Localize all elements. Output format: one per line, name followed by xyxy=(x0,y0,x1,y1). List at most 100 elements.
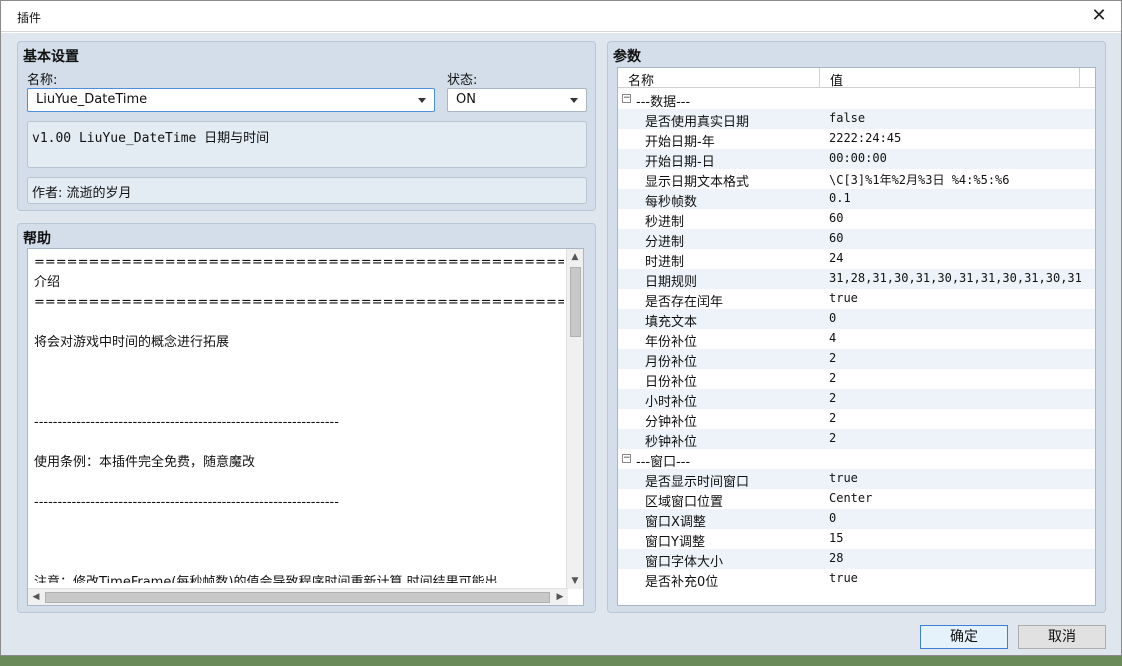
help-line: ----------------------------------------… xyxy=(34,415,339,430)
param-row[interactable]: 是否补充0位 true xyxy=(618,569,1095,590)
param-value: true xyxy=(829,471,858,485)
param-name: 是否使用真实日期 xyxy=(645,115,750,130)
param-row[interactable]: 月份补位 2 xyxy=(618,349,1095,370)
help-line xyxy=(34,373,564,393)
param-name: 区域窗口位置 xyxy=(645,495,724,510)
help-line xyxy=(34,533,564,553)
name-label: 名称: xyxy=(27,73,58,88)
param-row[interactable]: 日份补位 2 xyxy=(618,369,1095,390)
param-value: 2 xyxy=(829,431,837,445)
description-box: v1.00 LiuYue_DateTime 日期与时间 xyxy=(27,121,587,168)
help-line xyxy=(34,433,564,453)
param-row[interactable]: 是否显示时间窗口 true xyxy=(618,469,1095,490)
column-header-value[interactable]: 值 xyxy=(820,68,1080,89)
scroll-thumb[interactable] xyxy=(45,592,550,603)
param-row[interactable]: 秒进制 60 xyxy=(618,209,1095,230)
param-row[interactable]: 窗口Y调整 15 xyxy=(618,529,1095,550)
close-icon[interactable]: ✕ xyxy=(1087,5,1111,27)
help-line: ========================================… xyxy=(34,295,564,310)
chevron-down-icon xyxy=(570,98,578,103)
param-name: 分钟补位 xyxy=(645,415,698,430)
collapse-icon[interactable]: − xyxy=(622,454,631,463)
param-row[interactable]: 每秒帧数 0.1 xyxy=(618,189,1095,210)
help-line: 将会对游戏中时间的概念进行拓展 xyxy=(34,335,230,350)
param-row[interactable]: 区域窗口位置 Center xyxy=(618,489,1095,510)
param-row[interactable]: 分钟补位 2 xyxy=(618,409,1095,430)
name-select[interactable]: LiuYue_DateTime xyxy=(27,88,435,112)
param-value: 2 xyxy=(829,391,837,405)
param-value: false xyxy=(829,111,866,125)
param-value: 0.1 xyxy=(829,191,851,205)
ok-button[interactable]: 确定 xyxy=(920,625,1008,649)
param-name: 是否补充0位 xyxy=(645,575,719,590)
param-row[interactable]: 分进制 60 xyxy=(618,229,1095,250)
parameters-table[interactable]: 名称 值 − ---数据--- 是否使用真实日期 false 开始日期-年 2222:24… xyxy=(617,67,1096,606)
param-row[interactable]: 开始日期-年 2222:24:45 xyxy=(618,129,1095,150)
help-line xyxy=(34,393,564,413)
param-row[interactable]: 年份补位 4 xyxy=(618,329,1095,350)
collapse-icon[interactable]: − xyxy=(622,94,631,103)
param-group-name: ---数据--- xyxy=(636,95,691,110)
param-row[interactable]: 时进制 24 xyxy=(618,249,1095,270)
table-header: 名称 值 xyxy=(618,68,1095,89)
param-value: 2 xyxy=(829,351,837,365)
param-row[interactable]: 显示日期文本格式 \C[3]%1年%2月%3日 %4:%5:%6 xyxy=(618,169,1095,190)
param-row[interactable]: 是否使用真实日期 false xyxy=(618,109,1095,130)
param-row[interactable]: 窗口字体大小 28 xyxy=(618,549,1095,570)
help-line xyxy=(34,353,564,373)
column-header-name[interactable]: 名称 xyxy=(618,68,820,89)
scroll-right-icon[interactable]: ▶ xyxy=(552,589,568,605)
help-vertical-scrollbar[interactable]: ▲ ▼ xyxy=(566,249,583,589)
param-name: 分进制 xyxy=(645,235,685,250)
dialog-body: 基本设置 名称: LiuYue_DateTime 状态: ON v1.00 Li… xyxy=(1,33,1121,655)
status-select[interactable]: ON xyxy=(447,88,587,112)
param-value: true xyxy=(829,291,858,305)
param-row[interactable]: 开始日期-日 00:00:00 xyxy=(618,149,1095,170)
basic-settings-group: 基本设置 名称: LiuYue_DateTime 状态: ON v1.00 Li… xyxy=(17,41,596,211)
help-title: 帮助 xyxy=(23,231,51,247)
status-label: 状态: xyxy=(447,73,478,88)
param-row[interactable]: 小时补位 2 xyxy=(618,389,1095,410)
param-name: 窗口X调整 xyxy=(645,515,706,530)
param-value: 0 xyxy=(829,311,837,325)
author-box: 作者: 流逝的岁月 xyxy=(27,177,587,204)
help-group: 帮助 =====================================… xyxy=(17,223,596,613)
scroll-left-icon[interactable]: ◀ xyxy=(28,589,44,605)
param-value: 24 xyxy=(829,251,844,265)
param-row[interactable]: 窗口X调整 0 xyxy=(618,509,1095,530)
param-name: 是否存在闰年 xyxy=(645,295,724,310)
param-name: 开始日期-日 xyxy=(645,155,715,170)
scroll-thumb[interactable] xyxy=(570,267,581,337)
param-name: 日份补位 xyxy=(645,375,698,390)
scroll-down-icon[interactable]: ▼ xyxy=(567,573,583,589)
param-value: 28 xyxy=(829,551,844,565)
title-bar: 插件 ✕ xyxy=(1,1,1121,32)
param-name: 秒进制 xyxy=(645,215,685,230)
basic-settings-title: 基本设置 xyxy=(23,49,79,65)
help-line: ----------------------------------------… xyxy=(34,495,339,510)
param-value: 2 xyxy=(829,371,837,385)
param-row[interactable]: 是否存在闰年 true xyxy=(618,289,1095,310)
status-select-value: ON xyxy=(456,92,476,107)
help-line xyxy=(34,473,564,493)
param-name: 每秒帧数 xyxy=(645,195,698,210)
help-text-area[interactable]: ========================================… xyxy=(27,248,584,606)
param-name: 是否显示时间窗口 xyxy=(645,475,750,490)
param-name: 时进制 xyxy=(645,255,685,270)
cancel-button[interactable]: 取消 xyxy=(1018,625,1106,649)
param-row[interactable]: 填充文本 0 xyxy=(618,309,1095,330)
help-horizontal-scrollbar[interactable]: ◀ ▶ xyxy=(28,588,568,605)
param-value: true xyxy=(829,571,858,585)
param-name: 月份补位 xyxy=(645,355,698,370)
param-value: \C[3]%1年%2月%3日 %4:%5:%6 xyxy=(829,173,1010,187)
param-value: 60 xyxy=(829,211,844,225)
param-group-row[interactable]: − ---数据--- xyxy=(618,89,1095,110)
param-row[interactable]: 秒钟补位 2 xyxy=(618,429,1095,450)
param-name: 日期规则 xyxy=(645,275,698,290)
param-group-row[interactable]: − ---窗口--- xyxy=(618,449,1095,470)
help-line xyxy=(34,313,564,333)
param-value: 00:00:00 xyxy=(829,151,887,165)
param-value: 2222:24:45 xyxy=(829,131,902,145)
scroll-up-icon[interactable]: ▲ xyxy=(567,249,583,265)
param-row[interactable]: 日期规则 31,28,31,30,31,30,31,31,30,31,30,31 xyxy=(618,269,1095,290)
